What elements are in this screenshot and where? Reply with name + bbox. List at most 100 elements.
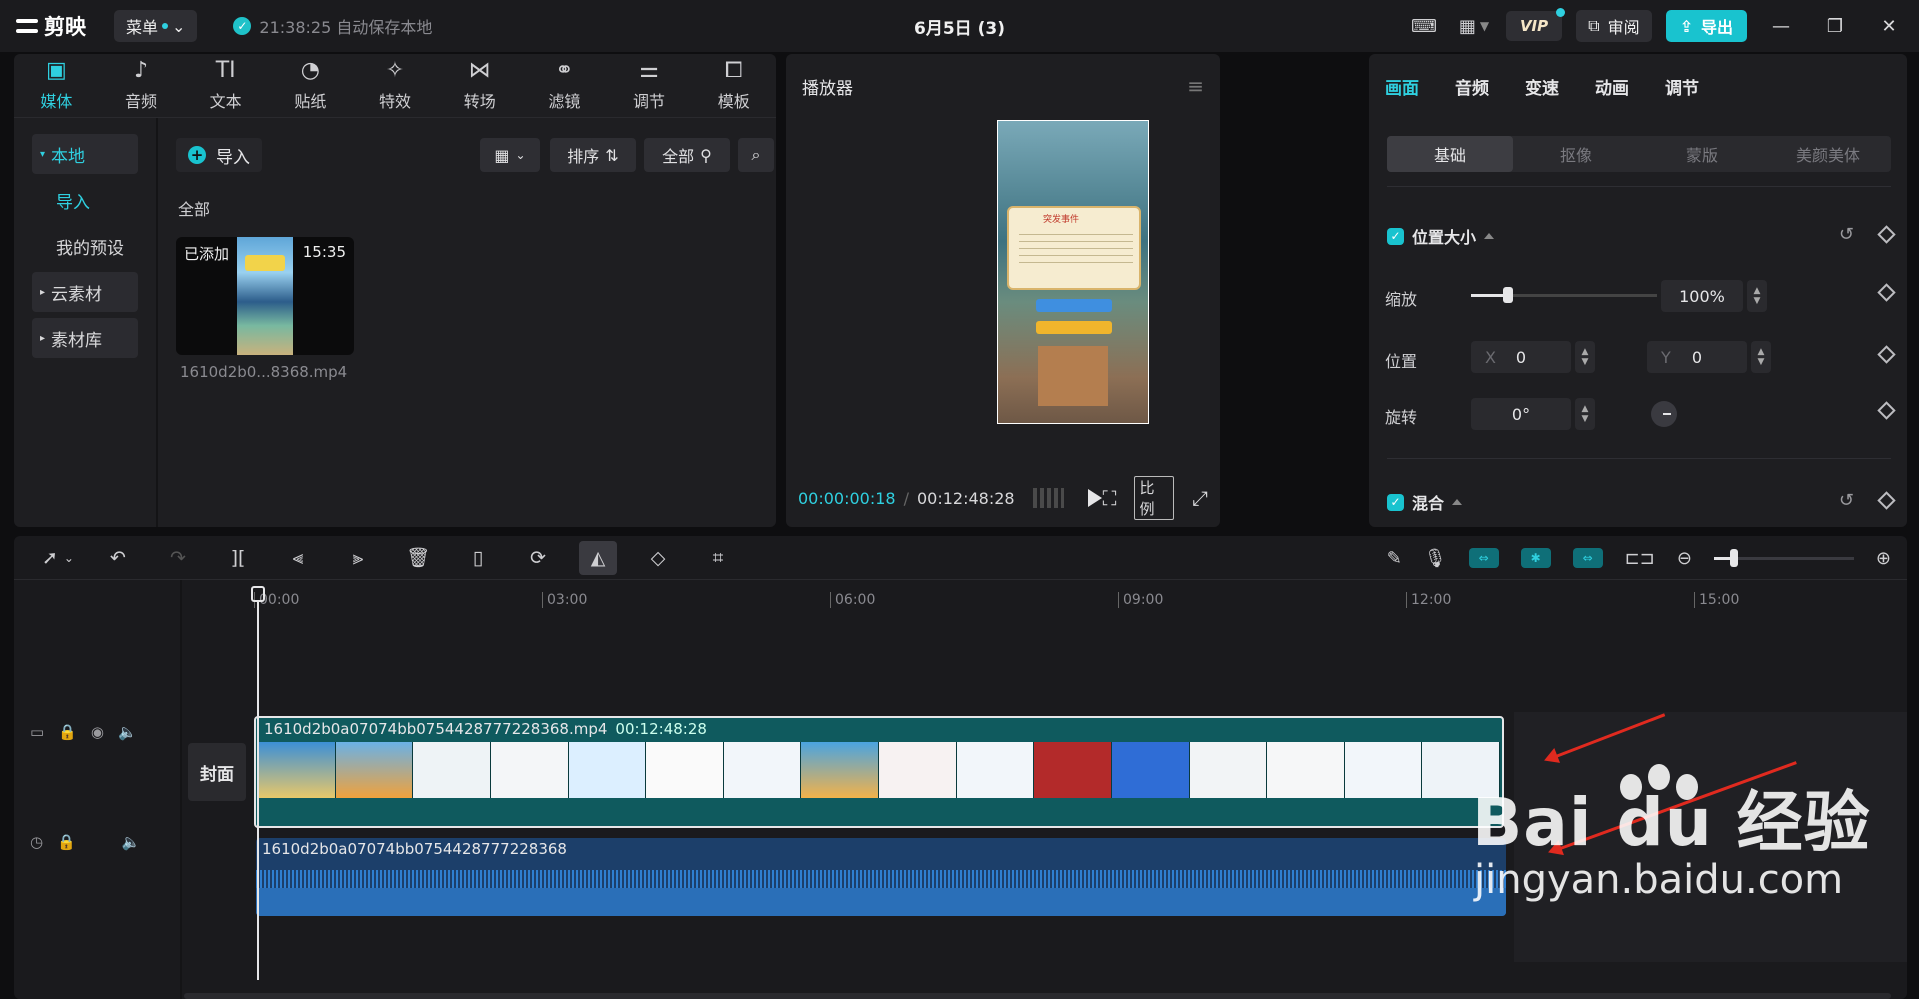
crop-button[interactable]: ⌗ — [688, 536, 748, 580]
select-tool-button[interactable]: ➚ ⌄ — [28, 536, 88, 580]
sidebar-item-local[interactable]: ▾ 本地 — [32, 134, 138, 174]
subtab-cutout[interactable]: 抠像 — [1513, 136, 1639, 172]
layout-button[interactable]: ▦ ▼ — [1456, 10, 1492, 42]
delete-button[interactable]: 🗑 — [388, 536, 448, 580]
freeze-frame-button[interactable]: ▯ — [448, 536, 508, 580]
reset-icon[interactable]: ↺ — [1839, 490, 1854, 511]
fit-screen-icon[interactable]: ⛶ — [1102, 486, 1116, 510]
tab-adjust[interactable]: 调节 — [1665, 74, 1699, 99]
blend-section[interactable]: ✓ 混合 — [1387, 490, 1463, 514]
rotate-input[interactable]: 0° — [1471, 398, 1571, 430]
tab-adjust[interactable]: ⚌ 调节 — [607, 54, 692, 117]
reset-icon[interactable]: ↺ — [1839, 224, 1854, 245]
subtab-beauty[interactable]: 美颜美体 — [1765, 136, 1891, 172]
microphone-icon[interactable]: 🎙 — [1424, 548, 1447, 569]
filter-button[interactable]: 全部 ⚲ — [644, 138, 730, 172]
ai-magic-icon[interactable]: ✎ — [1387, 548, 1402, 569]
close-button[interactable]: ✕ — [1869, 10, 1909, 42]
undo-button[interactable]: ↶ — [88, 536, 148, 580]
export-button[interactable]: ⇪ 导出 — [1665, 10, 1747, 42]
rotate-dial[interactable] — [1651, 401, 1677, 427]
collapse-icon[interactable] — [1452, 499, 1463, 505]
keyframe-diamond-icon[interactable] — [1877, 225, 1896, 244]
checkbox-checked-icon[interactable]: ✓ — [1387, 493, 1404, 511]
sidebar-item-cloud[interactable]: ▸ 云素材 — [32, 272, 138, 312]
import-button[interactable]: + 导入 — [176, 138, 262, 172]
tab-filter[interactable]: ⚭ 滤镜 — [522, 54, 607, 117]
link-main-track-button[interactable]: ⇔ — [1468, 548, 1499, 568]
speaker-icon[interactable]: 🔈 — [118, 723, 137, 741]
keyframe-diamond-icon[interactable] — [1877, 345, 1896, 364]
tab-speed[interactable]: 变速 — [1525, 74, 1559, 99]
subtab-basic[interactable]: 基础 — [1387, 136, 1513, 172]
position-x-input[interactable]: X0 — [1471, 341, 1571, 373]
trim-left-button[interactable]: ⫷ — [268, 536, 328, 580]
tab-media[interactable]: ▣ 媒体 — [14, 54, 99, 117]
collapse-icon[interactable] — [1484, 233, 1495, 239]
scale-stepper[interactable]: ▲ ▼ — [1747, 280, 1767, 312]
position-size-section[interactable]: ✓ 位置大小 — [1387, 224, 1495, 248]
view-mode-button[interactable]: ▦ ⌄ — [480, 138, 540, 172]
speaker-icon[interactable]: 🔈 — [122, 833, 141, 851]
search-button[interactable]: ⌕ — [738, 138, 774, 172]
reverse-button[interactable]: ⟳ — [508, 536, 568, 580]
link-audio-button[interactable]: ⇔ — [1572, 548, 1603, 568]
minimize-button[interactable]: — — [1761, 10, 1801, 42]
video-clip[interactable]: 1610d2b0a07074bb0754428777228368.mp4 00:1… — [254, 716, 1504, 828]
trim-right-button[interactable]: ⫸ — [328, 536, 388, 580]
checkbox-checked-icon[interactable]: ✓ — [1387, 227, 1404, 245]
scale-slider-handle[interactable] — [1503, 287, 1514, 303]
zoom-out-icon[interactable]: ⊖ — [1677, 548, 1692, 569]
menu-button[interactable]: 菜单 ⌄ — [114, 10, 198, 42]
tab-text[interactable]: TI 文本 — [183, 54, 268, 117]
review-button[interactable]: ⧉ 审阅 — [1576, 10, 1652, 42]
tab-picture[interactable]: 画面 — [1385, 74, 1419, 99]
sidebar-item-library[interactable]: ▸ 素材库 — [32, 318, 138, 358]
scale-input[interactable]: 100% — [1661, 280, 1743, 312]
magnet-snap-button[interactable]: ✱ — [1520, 548, 1551, 568]
keyframe-diamond-icon[interactable] — [1877, 283, 1896, 302]
rotate-button[interactable]: ◇ — [628, 536, 688, 580]
tab-effects[interactable]: ✧ 特效 — [353, 54, 438, 117]
tab-transition[interactable]: ⋈ 转场 — [437, 54, 522, 117]
subtab-mask[interactable]: 蒙版 — [1639, 136, 1765, 172]
time-ruler[interactable]: 00:00 03:00 06:00 09:00 12:00 15:00 — [182, 580, 1907, 610]
aspect-ratio-button[interactable]: 比例 — [1134, 476, 1174, 520]
keyframe-diamond-icon[interactable] — [1877, 491, 1896, 510]
zoom-slider[interactable] — [1713, 548, 1854, 567]
zoom-in-icon[interactable]: ⊕ — [1876, 548, 1891, 569]
redo-button[interactable]: ↷ — [148, 536, 208, 580]
tab-sticker[interactable]: ◔ 贴纸 — [268, 54, 353, 117]
audio-clip[interactable]: 1610d2b0a07074bb0754428777228368 — [256, 838, 1506, 916]
media-item-thumbnail[interactable]: 已添加 15:35 — [176, 237, 354, 355]
sort-button[interactable]: 排序 ⇅ — [550, 138, 636, 172]
restore-button[interactable]: ❐ — [1815, 10, 1855, 42]
tab-template[interactable]: ⧠ 模板 — [691, 54, 776, 117]
lock-icon[interactable]: 🔒 — [58, 723, 77, 741]
scale-slider[interactable] — [1471, 287, 1657, 303]
preview-axis-icon[interactable]: ⊏⊐ — [1625, 548, 1655, 569]
sidebar-item-import[interactable]: 导入 — [32, 180, 138, 220]
timeline-scrollbar[interactable] — [184, 993, 1891, 999]
video-preview[interactable]: 突发事件 — [997, 120, 1149, 424]
fullscreen-icon[interactable]: ⤢ — [1192, 486, 1208, 510]
waveform-toggle-icon[interactable] — [1032, 488, 1065, 508]
hamburger-menu-icon[interactable]: ≡ — [1187, 74, 1204, 98]
cover-button[interactable]: 封面 — [188, 743, 246, 801]
position-y-input[interactable]: Y0 — [1647, 341, 1747, 373]
sidebar-item-presets[interactable]: 我的预设 — [32, 226, 138, 266]
lock-icon[interactable]: 🔒 — [57, 833, 76, 851]
playhead-line[interactable] — [257, 600, 259, 980]
x-stepper[interactable]: ▲ ▼ — [1575, 341, 1595, 373]
split-button[interactable]: ][ — [208, 536, 268, 580]
keyframe-diamond-icon[interactable] — [1877, 401, 1896, 420]
rotate-stepper[interactable]: ▲ ▼ — [1575, 398, 1595, 430]
vip-button[interactable]: VIP — [1505, 8, 1566, 41]
shortcuts-button[interactable]: ⌨ — [1406, 10, 1442, 42]
tab-audio[interactable]: 音频 — [1455, 74, 1489, 99]
y-stepper[interactable]: ▲ ▼ — [1751, 341, 1771, 373]
eye-icon[interactable]: ◉ — [91, 723, 104, 741]
tab-animation[interactable]: 动画 — [1595, 74, 1629, 99]
play-button[interactable] — [1088, 489, 1103, 507]
tab-audio[interactable]: ♪ 音频 — [99, 54, 184, 117]
